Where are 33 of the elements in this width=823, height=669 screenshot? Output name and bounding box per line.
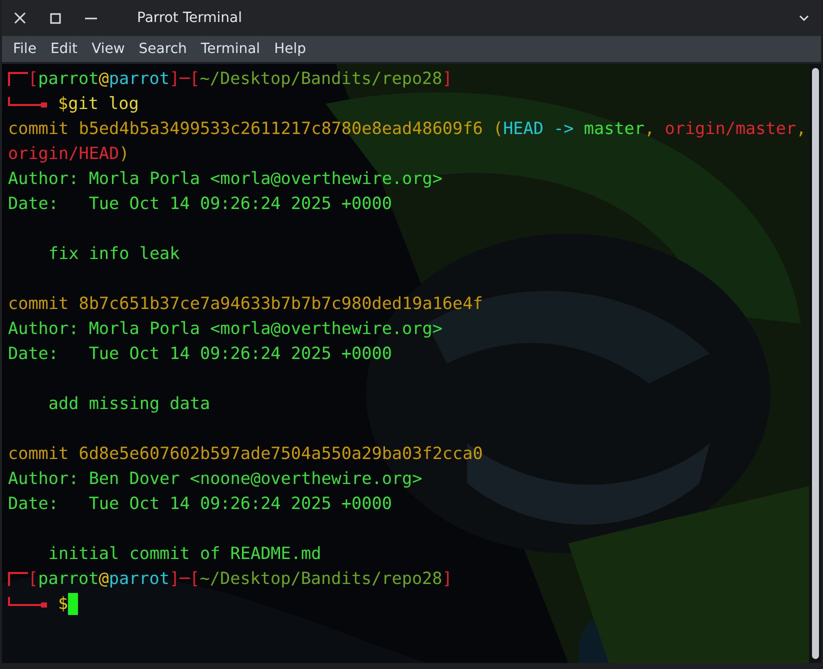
output-line: initial commit of README.md xyxy=(47,542,322,565)
output-line: origin/HEAD) xyxy=(8,142,130,165)
prompt-line: [parrot@parrot]─[~/Desktop/Bandits/repo28] xyxy=(28,67,452,90)
command-line: $ xyxy=(58,592,68,615)
output-line: fix info leak xyxy=(47,242,181,265)
output-line: commit 6d8e5e607602b597ade7504a550a29ba03f2cca0 xyxy=(8,442,484,465)
close-icon[interactable] xyxy=(14,12,26,24)
menu-item[interactable]: View xyxy=(86,41,131,57)
menu-item[interactable]: Terminal xyxy=(194,41,266,57)
scrollbar[interactable] xyxy=(809,64,821,663)
command-line: $git log xyxy=(58,92,139,115)
prompt-corner-icon xyxy=(8,572,28,586)
output-line: commit b5ed4b5a3499533c2611217c8780e8ead48609f6 (HEAD -> master, origin/master, xyxy=(8,117,808,140)
prompt-line: [parrot@parrot]─[~/Desktop/Bandits/repo28] xyxy=(28,567,452,590)
prompt-corner-icon xyxy=(8,96,48,110)
menu-item[interactable]: Search xyxy=(132,41,193,57)
prompt-corner-icon xyxy=(8,596,48,610)
output-line: Author: Morla Porla <morla@overthewire.org> xyxy=(8,317,444,340)
window-title: Parrot Terminal xyxy=(137,10,244,26)
output-line: Date: Tue Oct 14 09:26:24 2025 +0000 xyxy=(8,342,393,365)
prompt-corner-icon xyxy=(8,72,28,86)
output-line: Date: Tue Oct 14 09:26:24 2025 +0000 xyxy=(8,492,393,515)
maximize-icon[interactable] xyxy=(50,12,61,24)
minimize-icon[interactable] xyxy=(85,16,97,20)
menu-item[interactable]: Help xyxy=(268,41,312,57)
output-line: Date: Tue Oct 14 09:26:24 2025 +0000 xyxy=(8,192,393,215)
output-line: commit 8b7c651b37ce7a94633b7b7b7c980ded19a16e4f xyxy=(8,292,484,315)
output-line: Author: Ben Dover <noone@overthewire.org> xyxy=(8,467,424,490)
output-line: add missing data xyxy=(47,392,212,415)
output-line: Author: Morla Porla <morla@overthewire.org> xyxy=(8,167,444,190)
menu-item[interactable]: File xyxy=(7,41,42,57)
menu-item[interactable]: Edit xyxy=(44,41,84,57)
chevron-down-icon[interactable] xyxy=(799,15,809,21)
